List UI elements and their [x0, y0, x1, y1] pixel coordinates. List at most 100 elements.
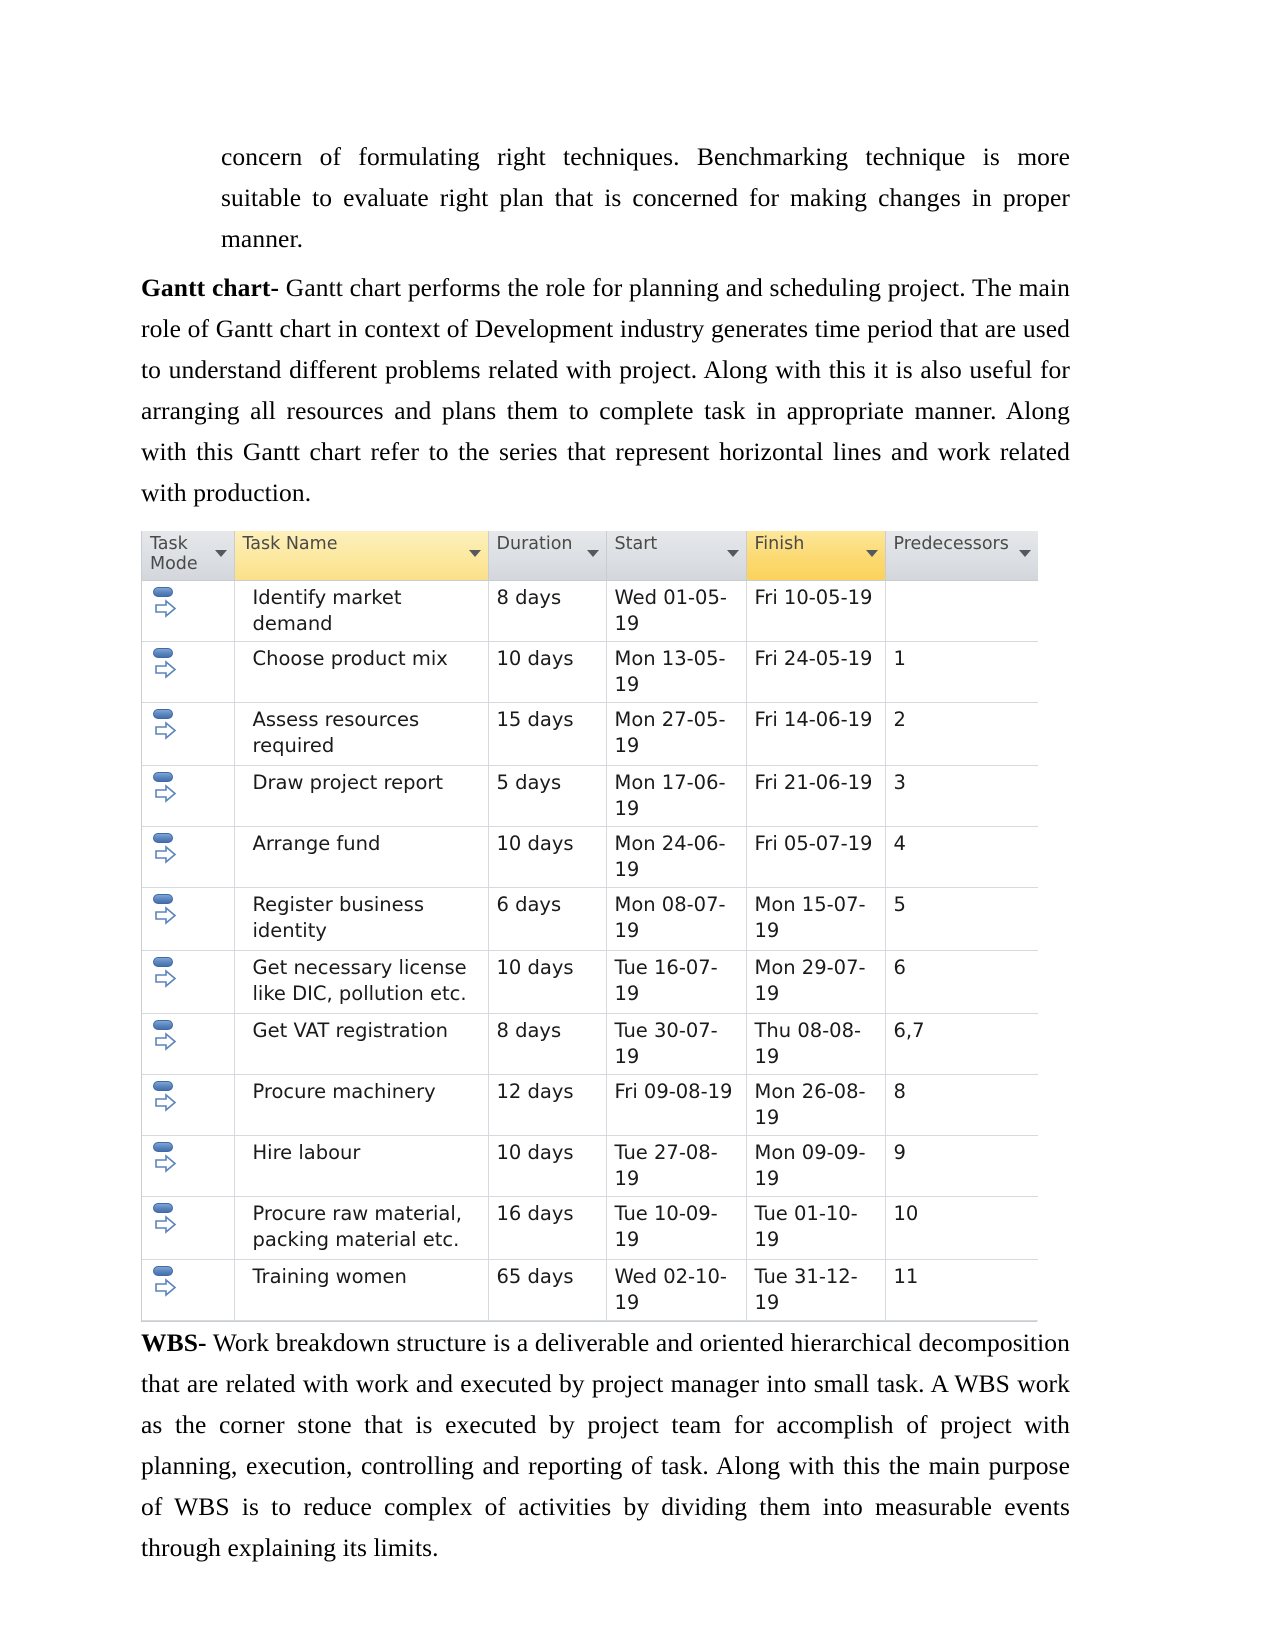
cell-duration[interactable]: 10 days [488, 1135, 607, 1197]
cell-predecessors[interactable]: 8 [885, 1074, 1038, 1136]
table-row[interactable]: Arrange fund 10 days Mon 24-06-19 Fri 05-07… [142, 826, 1038, 888]
cell-predecessors[interactable]: 2 [885, 702, 1038, 766]
table-row[interactable]: Get VAT registration 8 days Tue 30-07-19 Th… [142, 1013, 1038, 1075]
cell-task-mode[interactable] [142, 1135, 235, 1197]
cell-duration[interactable]: 12 days [488, 1074, 607, 1136]
cell-start[interactable]: Tue 27-08-19 [606, 1135, 747, 1197]
task-name-label: Task Name [242, 534, 338, 554]
cell-task-name[interactable]: Draw project report [234, 765, 489, 827]
cell-predecessors[interactable]: 4 [885, 826, 1038, 888]
cell-predecessors[interactable]: 1 [885, 641, 1038, 703]
cell-task-name[interactable]: Get necessary license like DIC, pollutio… [234, 950, 489, 1014]
cell-finish[interactable]: Thu 08-08-19 [746, 1013, 886, 1075]
cell-finish[interactable]: Mon 26-08-19 [746, 1074, 886, 1136]
cell-duration[interactable]: 5 days [488, 765, 607, 827]
cell-task-name[interactable]: Arrange fund [234, 826, 489, 888]
cell-task-name[interactable]: Assess resources required [234, 702, 489, 766]
column-header-predecessors[interactable]: Predecessors [885, 531, 1038, 581]
table-row[interactable]: Identify market demand 8 days Wed 01-05-19… [142, 580, 1038, 642]
cell-start[interactable]: Mon 08-07-19 [606, 887, 747, 951]
cell-task-name[interactable]: Choose product mix [234, 641, 489, 703]
filter-arrow-icon[interactable] [865, 550, 878, 557]
column-header-duration[interactable]: Duration [488, 531, 607, 581]
cell-task-name[interactable]: Register business identity [234, 887, 489, 951]
table-row[interactable]: Procure raw material, packing material e… [142, 1196, 1038, 1260]
cell-task-mode[interactable] [142, 580, 235, 642]
column-header-task-name[interactable]: Task Name [234, 531, 489, 581]
cell-predecessors[interactable]: 6 [885, 950, 1038, 1014]
cell-duration[interactable]: 16 days [488, 1196, 607, 1260]
cell-duration[interactable]: 8 days [488, 1013, 607, 1075]
cell-duration[interactable]: 15 days [488, 702, 607, 766]
cell-start[interactable]: Tue 10-09-19 [606, 1196, 747, 1260]
column-header-finish[interactable]: Finish [746, 531, 886, 581]
cell-start[interactable]: Tue 16-07-19 [606, 950, 747, 1014]
cell-duration[interactable]: 6 days [488, 887, 607, 951]
table-row[interactable]: Procure machinery 12 days Fri 09-08-19 Mon … [142, 1074, 1038, 1136]
cell-start[interactable]: Wed 01-05-19 [606, 580, 747, 642]
table-row[interactable]: Get necessary license like DIC, pollutio… [142, 950, 1038, 1014]
table-row[interactable]: Hire labour 10 days Tue 27-08-19 Mon 09-09-… [142, 1135, 1038, 1197]
filter-arrow-icon[interactable] [726, 550, 739, 557]
cell-finish[interactable]: Tue 01-10-19 [746, 1196, 886, 1260]
cell-start[interactable]: Mon 17-06-19 [606, 765, 747, 827]
cell-duration[interactable]: 10 days [488, 950, 607, 1014]
cell-start[interactable]: Mon 13-05-19 [606, 641, 747, 703]
cell-task-name[interactable]: Get VAT registration [234, 1013, 489, 1075]
cell-predecessors[interactable]: 9 [885, 1135, 1038, 1197]
cell-finish[interactable]: Mon 15-07-19 [746, 887, 886, 951]
cell-task-mode[interactable] [142, 887, 235, 951]
cell-start[interactable]: Tue 30-07-19 [606, 1013, 747, 1075]
table-row[interactable]: Training women 65 days Wed 02-10-19 Tue 31-… [142, 1259, 1038, 1321]
cell-predecessors[interactable]: 6,7 [885, 1013, 1038, 1075]
filter-arrow-icon[interactable] [586, 550, 599, 557]
column-header-task-mode[interactable]: Task Mode [142, 531, 235, 581]
cell-task-mode[interactable] [142, 1196, 235, 1260]
cell-start[interactable]: Fri 09-08-19 [606, 1074, 747, 1136]
column-header-start[interactable]: Start [606, 531, 747, 581]
cell-task-mode[interactable] [142, 1074, 235, 1136]
cell-predecessors[interactable]: 5 [885, 887, 1038, 951]
cell-finish[interactable]: Fri 21-06-19 [746, 765, 886, 827]
cell-finish[interactable]: Mon 09-09-19 [746, 1135, 886, 1197]
cell-finish[interactable]: Fri 10-05-19 [746, 580, 886, 642]
cell-task-name[interactable]: Procure machinery [234, 1074, 489, 1136]
filter-arrow-icon[interactable] [1019, 550, 1031, 557]
cell-duration[interactable]: 10 days [488, 826, 607, 888]
table-row[interactable]: Choose product mix 10 days Mon 13-05-19 Fri… [142, 641, 1038, 703]
cell-task-name[interactable]: Identify market demand [234, 580, 489, 642]
cell-start[interactable]: Mon 24-06-19 [606, 826, 747, 888]
cell-predecessors[interactable] [885, 580, 1038, 642]
cell-task-name[interactable]: Hire labour [234, 1135, 489, 1197]
filter-arrow-icon[interactable] [468, 550, 481, 557]
cell-task-mode[interactable] [142, 765, 235, 827]
cell-finish[interactable]: Fri 14-06-19 [746, 702, 886, 766]
cell-task-name[interactable]: Procure raw material, packing material e… [234, 1196, 489, 1260]
table-row[interactable]: Register business identity 6 days Mon 08-0… [142, 887, 1038, 951]
table-row[interactable]: Assess resources required 15 days Mon 27-0… [142, 702, 1038, 766]
cell-duration[interactable]: 65 days [488, 1259, 607, 1321]
cell-task-mode[interactable] [142, 1013, 235, 1075]
cell-predecessors[interactable]: 10 [885, 1196, 1038, 1260]
cell-duration[interactable]: 8 days [488, 580, 607, 642]
cell-task-mode[interactable] [142, 702, 235, 766]
cell-task-mode[interactable] [142, 1259, 235, 1321]
cell-predecessors[interactable]: 3 [885, 765, 1038, 827]
cell-task-mode[interactable] [142, 826, 235, 888]
cell-start[interactable]: Wed 02-10-19 [606, 1259, 747, 1321]
cell-predecessors[interactable]: 11 [885, 1259, 1038, 1321]
cell-start[interactable]: Mon 27-05-19 [606, 702, 747, 766]
filter-arrow-icon[interactable] [214, 550, 227, 557]
cell-task-mode[interactable] [142, 641, 235, 703]
auto-scheduled-icon [152, 1020, 182, 1054]
page-content: concern of formulating right techniques.… [141, 136, 1070, 1568]
cell-task-name[interactable]: Training women [234, 1259, 489, 1321]
cell-finish[interactable]: Tue 31-12-19 [746, 1259, 886, 1321]
start-label: Start [614, 534, 658, 554]
cell-finish[interactable]: Fri 05-07-19 [746, 826, 886, 888]
cell-duration[interactable]: 10 days [488, 641, 607, 703]
table-row[interactable]: Draw project report 5 days Mon 17-06-19 Fri… [142, 765, 1038, 827]
cell-finish[interactable]: Fri 24-05-19 [746, 641, 886, 703]
cell-task-mode[interactable] [142, 950, 235, 1014]
cell-finish[interactable]: Mon 29-07-19 [746, 950, 886, 1014]
